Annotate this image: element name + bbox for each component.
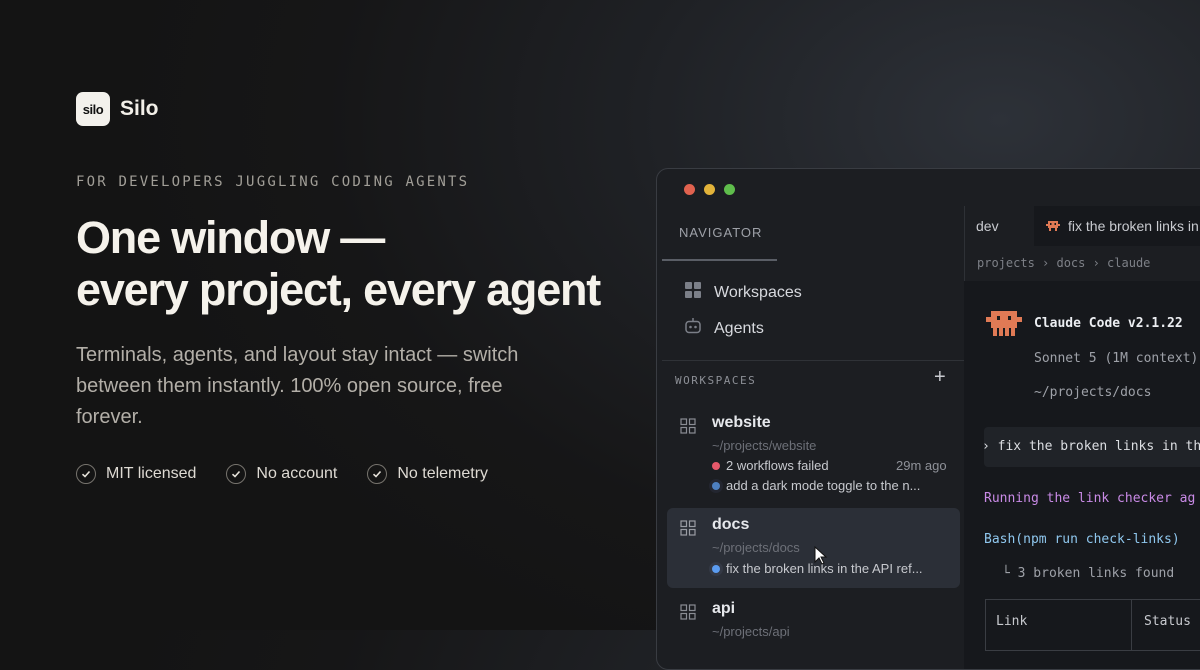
- add-workspace-button[interactable]: +: [934, 366, 946, 389]
- agent-dot: [712, 564, 720, 573]
- workspace-name: website: [712, 414, 771, 431]
- workspace-item-website[interactable]: website ~/projects/website 2 workflows f…: [667, 406, 960, 498]
- status-time: 29m ago: [896, 458, 947, 473]
- terminal-model: Sonnet 5 (1M context): [1034, 351, 1199, 366]
- nav-item-agents[interactable]: Agents: [684, 317, 764, 340]
- workspace-path: ~/projects/api: [712, 624, 790, 639]
- tab-fix-links[interactable]: fix the broken links in: [1034, 206, 1200, 246]
- breadcrumb: projects › docs › claude: [977, 256, 1151, 270]
- brand-name: Silo: [120, 97, 159, 120]
- status-text: 2 workflows failed: [726, 458, 829, 473]
- terminal-cwd: ~/projects/docs: [1034, 385, 1152, 400]
- tab-label: fix the broken links in: [1068, 218, 1199, 234]
- tab-label: dev: [976, 218, 999, 234]
- check-label: No telemetry: [397, 465, 489, 482]
- feature-checks: MIT licensed No account No telemetry: [76, 464, 488, 484]
- window-controls: [684, 184, 735, 195]
- result-table: Link Status: [985, 599, 1200, 651]
- prompt-text: › fix the broken links in the: [982, 439, 1200, 454]
- running-text: Running the link checker ag: [984, 491, 1196, 506]
- robot-icon: [684, 317, 702, 340]
- tab-bar: dev fix the broken links in: [964, 206, 1200, 246]
- check-icon: [367, 464, 388, 484]
- close-dot[interactable]: [684, 184, 695, 195]
- workflow-status: 2 workflows failed: [712, 458, 829, 473]
- silo-logo: silo: [76, 92, 110, 126]
- nav-item-workspaces[interactable]: Workspaces: [684, 281, 802, 304]
- agent-task: add a dark mode toggle to the n...: [712, 478, 920, 493]
- claude-mascot-icon: [986, 311, 1022, 342]
- agent-dot: [712, 481, 720, 490]
- minimize-dot[interactable]: [704, 184, 715, 195]
- headline-line-2: every project, every agent: [76, 264, 601, 315]
- grid-icon: [680, 604, 696, 625]
- prompt-box: › fix the broken links in the: [982, 427, 1200, 467]
- table-divider: [1131, 600, 1132, 650]
- workspace-name: docs: [712, 516, 750, 533]
- error-dot: [712, 461, 720, 470]
- terminal-pane[interactable]: Claude Code v2.1.22 Sonnet 5 (1M context…: [964, 281, 1200, 669]
- check-item: No account: [226, 464, 337, 484]
- navigator-title[interactable]: NAVIGATOR: [679, 225, 762, 240]
- divider: [662, 360, 964, 361]
- workspace-path: ~/projects/website: [712, 438, 817, 453]
- grid-icon: [684, 281, 702, 304]
- headline: One window — every project, every agent: [76, 212, 601, 316]
- nav-item-label: Workspaces: [714, 283, 802, 301]
- check-icon: [76, 464, 96, 484]
- navigator-tab-indicator: [662, 259, 777, 261]
- claude-icon: [1046, 218, 1060, 234]
- subtitle: Terminals, agents, and layout stay intac…: [76, 344, 519, 428]
- table-header-link: Link: [996, 614, 1028, 629]
- terminal-header: Claude Code v2.1.22: [1034, 316, 1183, 331]
- table-header-status: Status: [1144, 614, 1191, 629]
- mouse-cursor-icon: [814, 545, 828, 571]
- check-label: No account: [256, 465, 338, 482]
- workspace-item-api[interactable]: api ~/projects/api: [667, 592, 960, 652]
- check-item: MIT licensed: [76, 464, 196, 484]
- task-text: add a dark mode toggle to the n...: [726, 478, 921, 493]
- brand: silo Silo: [76, 92, 159, 126]
- workspace-name: api: [712, 600, 736, 617]
- eyebrow: FOR DEVELOPERS JUGGLING CODING AGENTS: [76, 174, 470, 190]
- check-icon: [226, 464, 247, 484]
- headline-line-1: One window —: [76, 212, 385, 263]
- grid-icon: [680, 520, 696, 541]
- grid-icon: [680, 418, 696, 439]
- workspace-path: ~/projects/docs: [712, 540, 800, 555]
- bash-command: Bash(npm run check-links): [984, 532, 1180, 547]
- maximize-dot[interactable]: [724, 184, 735, 195]
- workspaces-section-label: WORKSPACES: [675, 374, 757, 387]
- check-label: MIT licensed: [106, 465, 197, 482]
- nav-item-label: Agents: [714, 319, 764, 337]
- bash-result: └ 3 broken links found: [1002, 566, 1175, 581]
- check-item: No telemetry: [367, 464, 488, 484]
- navigator-panel: NAVIGATOR Workspaces Agents WORKSPACES +…: [662, 206, 965, 669]
- app-window: NAVIGATOR Workspaces Agents WORKSPACES +…: [656, 168, 1200, 670]
